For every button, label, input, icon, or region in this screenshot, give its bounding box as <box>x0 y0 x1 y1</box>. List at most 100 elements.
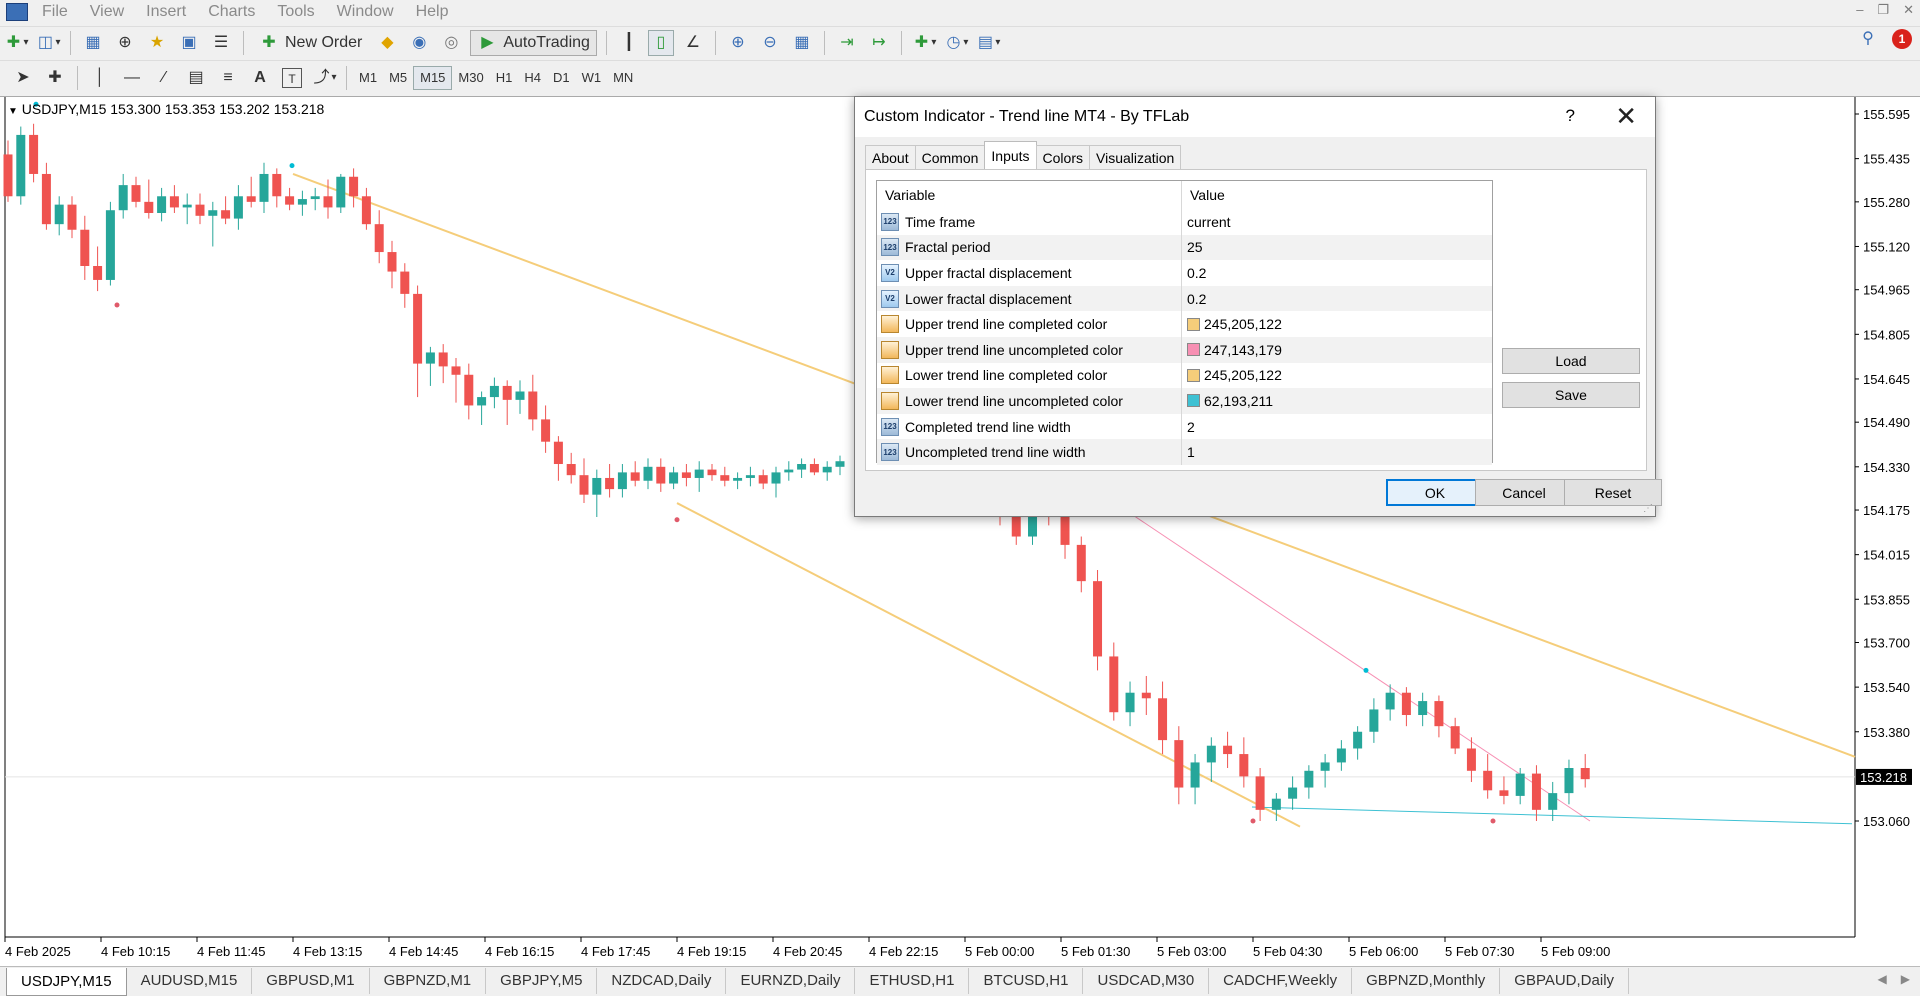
color-swatch[interactable] <box>1187 368 1200 382</box>
search-icon[interactable]: ⚲ <box>1858 29 1878 49</box>
equidistant-channel-button[interactable]: ▤ <box>183 65 209 91</box>
bar-chart-button[interactable]: ┃ <box>616 30 642 56</box>
periods-button[interactable]: ◷ ▾ <box>943 30 969 56</box>
tile-windows-button[interactable]: ▦ <box>789 30 815 56</box>
load-button[interactable]: Load <box>1502 348 1640 374</box>
input-value-cell[interactable]: 1 <box>1182 439 1492 465</box>
menu-file[interactable]: File <box>34 3 82 21</box>
input-value-cell[interactable]: 0.2 <box>1182 260 1492 286</box>
timeframe-h4[interactable]: H4 <box>518 66 547 90</box>
data-window-button[interactable]: ⊕ <box>112 30 138 56</box>
chart-shift-button[interactable]: ⇥ <box>834 30 860 56</box>
dialog-close-icon[interactable]: ✕ <box>1615 101 1637 132</box>
input-variable-cell[interactable]: V2 Upper fractal displacement <box>877 260 1182 286</box>
input-row[interactable]: 123 Uncompleted trend line width 1 <box>877 439 1492 465</box>
trendline-button[interactable]: ∕ <box>151 65 177 91</box>
tab-common[interactable]: Common <box>914 145 986 169</box>
market-watch-button[interactable]: ▦ <box>80 30 106 56</box>
symbol-tab[interactable]: USDJPY,M15 <box>6 967 127 996</box>
chart-collapse-icon[interactable]: ▼ <box>8 106 18 117</box>
signals-button[interactable]: ◉ <box>406 30 432 56</box>
color-swatch[interactable] <box>1187 317 1200 331</box>
input-value-cell[interactable]: 245,205,122 <box>1182 311 1492 337</box>
symbol-tab[interactable]: EURNZD,Daily <box>726 967 856 994</box>
templates-button[interactable]: ▤ ▾ <box>975 30 1001 56</box>
auto-scroll-button[interactable]: ↦ <box>866 30 892 56</box>
tab-inputs[interactable]: Inputs <box>984 141 1037 169</box>
input-variable-cell[interactable]: Upper trend line completed color <box>877 311 1182 337</box>
profiles-button[interactable]: ◫ ▾ <box>35 30 61 56</box>
scroll-right-icon[interactable]: ▶ <box>1901 972 1910 986</box>
line-chart-button[interactable]: ∠ <box>680 30 706 56</box>
metaeditor-button[interactable]: ◆ <box>374 30 400 56</box>
input-row[interactable]: Lower trend line completed color 245,205,… <box>877 362 1492 389</box>
symbol-tab[interactable]: ETHUSD,H1 <box>855 967 970 994</box>
notification-badge[interactable]: 1 <box>1892 29 1912 49</box>
input-value-cell[interactable]: 62,193,211 <box>1182 388 1492 414</box>
terminal-button[interactable]: ▣ <box>176 30 202 56</box>
timeframe-m30[interactable]: M30 <box>452 66 489 90</box>
input-variable-cell[interactable]: Lower trend line completed color <box>877 362 1182 389</box>
tab-colors[interactable]: Colors <box>1035 145 1090 169</box>
input-value-cell[interactable]: 25 <box>1182 235 1492 261</box>
symbol-tab[interactable]: BTCUSD,H1 <box>969 967 1084 994</box>
fibonacci-button[interactable]: ≡ <box>215 65 241 91</box>
arrows-button[interactable]: ⤴ ▾ <box>311 65 337 91</box>
input-value-cell[interactable]: 0.2 <box>1182 286 1492 312</box>
input-row[interactable]: V2 Lower fractal displacement 0.2 <box>877 285 1492 312</box>
market-button[interactable]: ◎ <box>438 30 464 56</box>
app-logo-icon[interactable] <box>6 3 28 21</box>
column-header-value[interactable]: Value <box>1182 181 1492 209</box>
timeframe-mn[interactable]: MN <box>607 66 639 90</box>
input-row[interactable]: Upper trend line completed color 245,205,… <box>877 311 1492 337</box>
input-variable-cell[interactable]: V2 Lower fractal displacement <box>877 285 1182 312</box>
input-row[interactable]: V2 Upper fractal displacement 0.2 <box>877 260 1492 286</box>
symbol-tab[interactable]: CADCHF,Weekly <box>1209 967 1353 994</box>
timeframe-w1[interactable]: W1 <box>576 66 608 90</box>
input-row[interactable]: 123 Completed trend line width 2 <box>877 413 1492 440</box>
lower-completed-trendline[interactable] <box>676 502 1301 828</box>
dialog-titlebar[interactable]: Custom Indicator - Trend line MT4 - By T… <box>855 97 1655 137</box>
symbol-tab[interactable]: GBPJPY,M5 <box>486 967 598 994</box>
minimize-icon[interactable]: – <box>1856 2 1863 18</box>
text-button[interactable]: A <box>247 65 273 91</box>
reset-button[interactable]: Reset <box>1564 479 1662 506</box>
cursor-button[interactable]: ➤ <box>10 65 36 91</box>
input-variable-cell[interactable]: 123 Completed trend line width <box>877 413 1182 440</box>
input-value-cell[interactable]: 247,143,179 <box>1182 337 1492 363</box>
vertical-line-button[interactable]: │ <box>87 65 113 91</box>
column-header-variable[interactable]: Variable <box>877 181 1182 209</box>
symbol-tab[interactable]: NZDCAD,Daily <box>597 967 727 994</box>
symbol-tab[interactable]: GBPNZD,Monthly <box>1352 967 1501 994</box>
timeframe-m5[interactable]: M5 <box>383 66 413 90</box>
input-row[interactable]: 123 Time frame current <box>877 209 1492 235</box>
new-chart-button[interactable]: ✚ ▾ <box>3 30 29 56</box>
input-row[interactable]: Upper trend line uncompleted color 247,14… <box>877 336 1492 363</box>
symbol-tab[interactable]: AUDUSD,M15 <box>127 967 253 994</box>
input-row[interactable]: Lower trend line uncompleted color 62,193… <box>877 388 1492 414</box>
help-icon[interactable]: ? <box>1566 106 1575 126</box>
indicators-button[interactable]: ✚ ▾ <box>911 30 937 56</box>
symbol-tab[interactable]: USDCAD,M30 <box>1083 967 1210 994</box>
symbol-tab[interactable]: GBPUSD,M1 <box>252 967 370 994</box>
menu-help[interactable]: Help <box>408 3 463 21</box>
ok-button[interactable]: OK <box>1386 479 1484 506</box>
color-swatch[interactable] <box>1187 343 1200 357</box>
tab-about[interactable]: About <box>865 145 916 169</box>
input-variable-cell[interactable]: 123 Fractal period <box>877 234 1182 261</box>
close-icon[interactable]: ✕ <box>1903 2 1914 18</box>
input-variable-cell[interactable]: Upper trend line uncompleted color <box>877 336 1182 363</box>
horizontal-line-button[interactable]: — <box>119 65 145 91</box>
timeframe-h1[interactable]: H1 <box>490 66 519 90</box>
menu-tools[interactable]: Tools <box>269 3 328 21</box>
color-swatch[interactable] <box>1187 394 1200 408</box>
resize-grip-icon[interactable]: ⋰ <box>1643 503 1653 514</box>
timeframe-m15[interactable]: M15 <box>413 65 453 90</box>
tab-visualization[interactable]: Visualization <box>1089 145 1182 169</box>
scroll-left-icon[interactable]: ◀ <box>1878 972 1887 986</box>
timeframe-m1[interactable]: M1 <box>353 66 383 90</box>
input-value-cell[interactable]: current <box>1182 209 1492 235</box>
navigator-button[interactable]: ★ <box>144 30 170 56</box>
save-button[interactable]: Save <box>1502 382 1640 408</box>
input-variable-cell[interactable]: Lower trend line uncompleted color <box>877 388 1182 414</box>
